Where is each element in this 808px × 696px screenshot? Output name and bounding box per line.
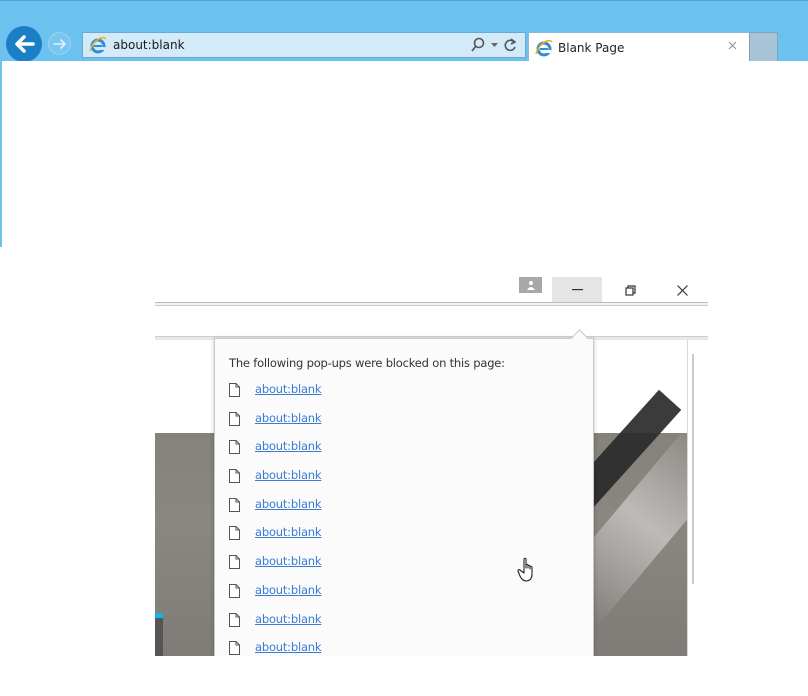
blocked-popup-link[interactable]: about:blank — [255, 554, 322, 568]
restore-icon — [624, 284, 636, 296]
blocked-popup-link[interactable]: about:blank — [255, 640, 322, 654]
ie-logo-icon — [535, 39, 553, 56]
back-arrow-icon — [15, 35, 35, 53]
blocked-popup-item: about:blank — [229, 554, 322, 583]
blocked-popup-link[interactable]: about:blank — [255, 382, 322, 396]
close-icon — [728, 41, 737, 50]
chrome-window: Pop-up blocked The following pop-ups wer… — [155, 270, 708, 656]
scrollbar-thumb[interactable] — [692, 354, 700, 584]
blocked-popup-item: about:blank — [229, 497, 322, 526]
address-text[interactable]: about:blank — [113, 38, 185, 52]
search-icon[interactable] — [471, 37, 485, 53]
new-tab-button[interactable] — [749, 32, 778, 62]
document-icon — [229, 440, 240, 455]
blocked-popup-item: about:blank — [229, 382, 322, 411]
hand-cursor-icon — [517, 557, 533, 582]
chrome-toolbar: Pop-up blocked — [155, 306, 708, 372]
blocked-popup-item: about:blank — [229, 411, 322, 440]
blocked-popup-link[interactable]: about:blank — [255, 439, 322, 453]
document-icon — [229, 612, 240, 627]
tab-blank-page[interactable]: Blank Page — [528, 32, 750, 62]
blocked-popup-item: about:blank — [229, 583, 322, 612]
ie-page-content — [2, 61, 808, 247]
ie-title-frame: about:blank Blank Page — [0, 0, 808, 62]
refresh-icon[interactable] — [504, 38, 517, 52]
back-button[interactable] — [6, 26, 42, 62]
close-window-button[interactable] — [660, 277, 705, 303]
document-icon — [229, 411, 240, 426]
chevron-down-icon[interactable] — [491, 42, 498, 48]
blocked-popup-item: about:blank — [229, 525, 322, 554]
document-icon — [229, 383, 240, 397]
address-actions — [471, 37, 517, 53]
bubble-header: The following pop-ups were blocked on th… — [229, 356, 505, 370]
minimize-icon — [571, 289, 583, 291]
chrome-titlebar — [155, 270, 708, 303]
address-bar[interactable]: about:blank — [82, 32, 526, 58]
minimize-button[interactable] — [552, 277, 602, 303]
user-icon — [526, 281, 535, 290]
ie-logo-icon — [89, 36, 107, 54]
blocked-popup-link[interactable]: about:blank — [255, 525, 322, 539]
forward-arrow-icon — [52, 38, 66, 49]
blocked-popup-link[interactable]: about:blank — [255, 468, 322, 482]
document-icon — [229, 526, 240, 541]
document-icon — [229, 583, 240, 598]
tab-title: Blank Page — [558, 40, 625, 55]
document-icon — [229, 555, 240, 570]
document-icon — [229, 641, 240, 656]
blocked-popup-link[interactable]: about:blank — [255, 411, 322, 425]
document-icon — [229, 469, 240, 484]
ie-window: about:blank Blank Page — [0, 0, 808, 247]
blocked-popup-item: about:blank — [229, 468, 322, 497]
blocked-popups-list: about:blank about:blank about:blank abou… — [229, 382, 322, 656]
blocked-popup-item: about:blank — [229, 612, 322, 641]
close-icon — [677, 284, 688, 296]
blocked-popup-link[interactable]: about:blank — [255, 612, 322, 626]
document-icon — [229, 497, 240, 512]
blocked-popup-item: about:blank — [229, 439, 322, 468]
popup-blocked-bubble: The following pop-ups were blocked on th… — [214, 329, 594, 656]
profile-button[interactable] — [519, 277, 542, 293]
close-tab-button[interactable] — [728, 39, 737, 54]
blocked-popup-link[interactable]: about:blank — [255, 497, 322, 511]
blocked-popup-link[interactable]: about:blank — [255, 583, 322, 597]
blocked-popup-item: about:blank — [229, 640, 322, 656]
page-scrollbar[interactable] — [687, 340, 708, 656]
forward-button[interactable] — [48, 32, 71, 55]
restore-button[interactable] — [610, 277, 650, 303]
